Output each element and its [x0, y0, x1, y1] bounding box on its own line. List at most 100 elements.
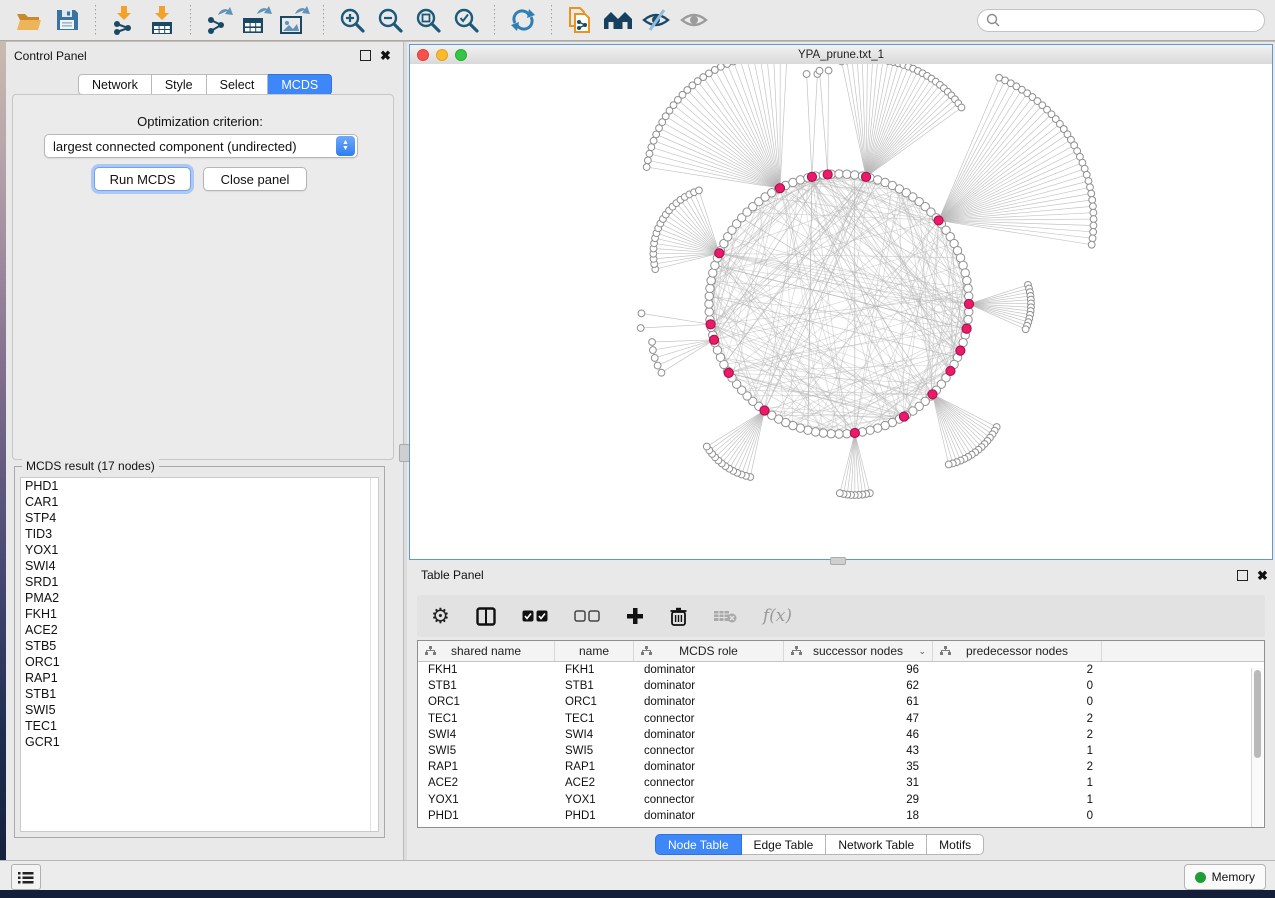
mcds-node[interactable] [899, 412, 908, 421]
show-console-button[interactable] [11, 864, 41, 890]
float-panel-icon[interactable] [360, 50, 371, 61]
network-node[interactable] [803, 71, 810, 78]
close-panel-icon[interactable]: ✖ [380, 51, 391, 60]
mcds-node[interactable] [715, 249, 724, 258]
network-node[interactable] [850, 171, 858, 179]
network-node[interactable] [866, 426, 874, 434]
zoom-out-icon[interactable] [374, 4, 406, 36]
open-session-icon[interactable] [13, 4, 45, 36]
mcds-result-item[interactable]: YOX1 [21, 542, 378, 558]
network-node[interactable] [811, 428, 819, 436]
mcds-result-item[interactable]: RAP1 [21, 670, 378, 686]
network-node[interactable] [650, 137, 657, 144]
hide-selected-eye-slash-icon[interactable] [640, 4, 672, 36]
mcds-result-item[interactable]: SWI4 [21, 558, 378, 574]
network-node[interactable] [643, 164, 650, 171]
zoom-in-icon[interactable] [336, 4, 368, 36]
import-table-icon[interactable] [146, 4, 178, 36]
network-node[interactable] [644, 157, 651, 164]
network-node[interactable] [835, 170, 843, 178]
column-header-predecessor-nodes[interactable]: predecessor nodes [933, 641, 1102, 661]
mcds-result-item[interactable]: TEC1 [21, 718, 378, 734]
mcds-result-item[interactable]: GCR1 [21, 734, 378, 750]
mcds-result-item[interactable]: ORC1 [21, 654, 378, 670]
mcds-result-item[interactable]: ACE2 [21, 622, 378, 638]
clone-network-icon[interactable] [564, 4, 596, 36]
mcds-node[interactable] [934, 216, 943, 225]
search-input[interactable] [977, 9, 1265, 32]
network-node[interactable] [835, 430, 843, 438]
network-node[interactable] [1089, 235, 1096, 242]
show-networks-icon[interactable] [602, 4, 634, 36]
table-row[interactable]: SWI4SWI4dominator462 [418, 727, 1264, 743]
float-panel-icon[interactable] [1237, 570, 1248, 581]
network-node[interactable] [963, 276, 971, 284]
export-network-icon[interactable] [203, 4, 235, 36]
export-image-icon[interactable] [279, 4, 311, 36]
split-view-icon[interactable] [476, 603, 496, 629]
mcds-result-item[interactable]: PMA2 [21, 590, 378, 606]
close-panel-button[interactable]: Close panel [203, 167, 307, 191]
network-node[interactable] [717, 64, 724, 70]
column-menu-chevron-icon[interactable]: ⌄ [918, 646, 926, 657]
network-node[interactable] [1090, 222, 1097, 229]
column-header-successor-nodes[interactable]: successor nodes ⌄ [784, 641, 933, 661]
network-node[interactable] [705, 292, 713, 300]
network-node[interactable] [964, 315, 972, 323]
mcds-node[interactable] [775, 184, 784, 193]
mcds-node[interactable] [956, 346, 965, 355]
select-all-checkboxes-icon[interactable] [522, 603, 548, 629]
mcds-node[interactable] [928, 390, 937, 399]
network-node[interactable] [1090, 216, 1097, 223]
save-session-icon[interactable] [51, 4, 83, 36]
mcds-node[interactable] [706, 320, 715, 329]
network-node[interactable] [1088, 190, 1095, 197]
network-node[interactable] [819, 429, 827, 437]
network-node[interactable] [1085, 178, 1092, 185]
network-node[interactable] [964, 284, 972, 292]
run-mcds-button[interactable]: Run MCDS [94, 167, 191, 191]
network-node[interactable] [649, 339, 656, 346]
network-node[interactable] [654, 362, 661, 369]
network-node[interactable] [843, 430, 851, 438]
network-node[interactable] [945, 461, 952, 468]
column-header-mcds-role[interactable]: MCDS role [634, 641, 784, 661]
network-node[interactable] [703, 443, 710, 450]
network-canvas[interactable] [410, 64, 1272, 559]
add-column-icon[interactable] [626, 603, 644, 629]
network-node[interactable] [730, 64, 737, 65]
mcds-node[interactable] [724, 368, 733, 377]
network-node[interactable] [696, 187, 703, 194]
network-graph[interactable] [410, 64, 1272, 560]
mcds-result-item[interactable]: SWI5 [21, 702, 378, 718]
mcds-node[interactable] [964, 299, 973, 308]
mcds-result-item[interactable]: STB1 [21, 686, 378, 702]
network-node[interactable] [816, 67, 823, 74]
mcds-node[interactable] [962, 324, 971, 333]
export-table-icon[interactable] [241, 4, 273, 36]
network-node[interactable] [648, 144, 655, 151]
tab-mcds[interactable]: MCDS [268, 74, 332, 95]
table-row[interactable]: RAP1RAP1dominator352 [418, 759, 1264, 775]
column-header-name[interactable]: name [555, 641, 634, 661]
network-node[interactable] [706, 284, 714, 292]
optimization-criterion-select[interactable]: largest connected component (undirected)… [44, 134, 358, 158]
list-scrollbar-track[interactable] [370, 478, 371, 831]
mcds-node[interactable] [861, 172, 870, 181]
tab-select[interactable]: Select [207, 74, 269, 95]
tab-edge-table[interactable]: Edge Table [742, 834, 827, 855]
network-node[interactable] [958, 104, 965, 111]
mcds-node[interactable] [823, 170, 832, 179]
network-node[interactable] [649, 347, 656, 354]
table-scrollbar-track[interactable] [1251, 668, 1263, 827]
network-node[interactable] [836, 490, 843, 497]
mcds-result-item[interactable]: SRD1 [21, 574, 378, 590]
network-node[interactable] [707, 276, 715, 284]
network-node[interactable] [1022, 326, 1029, 333]
deselect-all-checkboxes-icon[interactable] [574, 603, 600, 629]
mcds-node[interactable] [850, 428, 859, 437]
table-row[interactable]: YOX1YOX1connector291 [418, 792, 1264, 808]
zoom-fit-icon[interactable] [412, 4, 444, 36]
network-node[interactable] [724, 64, 731, 67]
network-node[interactable] [646, 150, 653, 157]
